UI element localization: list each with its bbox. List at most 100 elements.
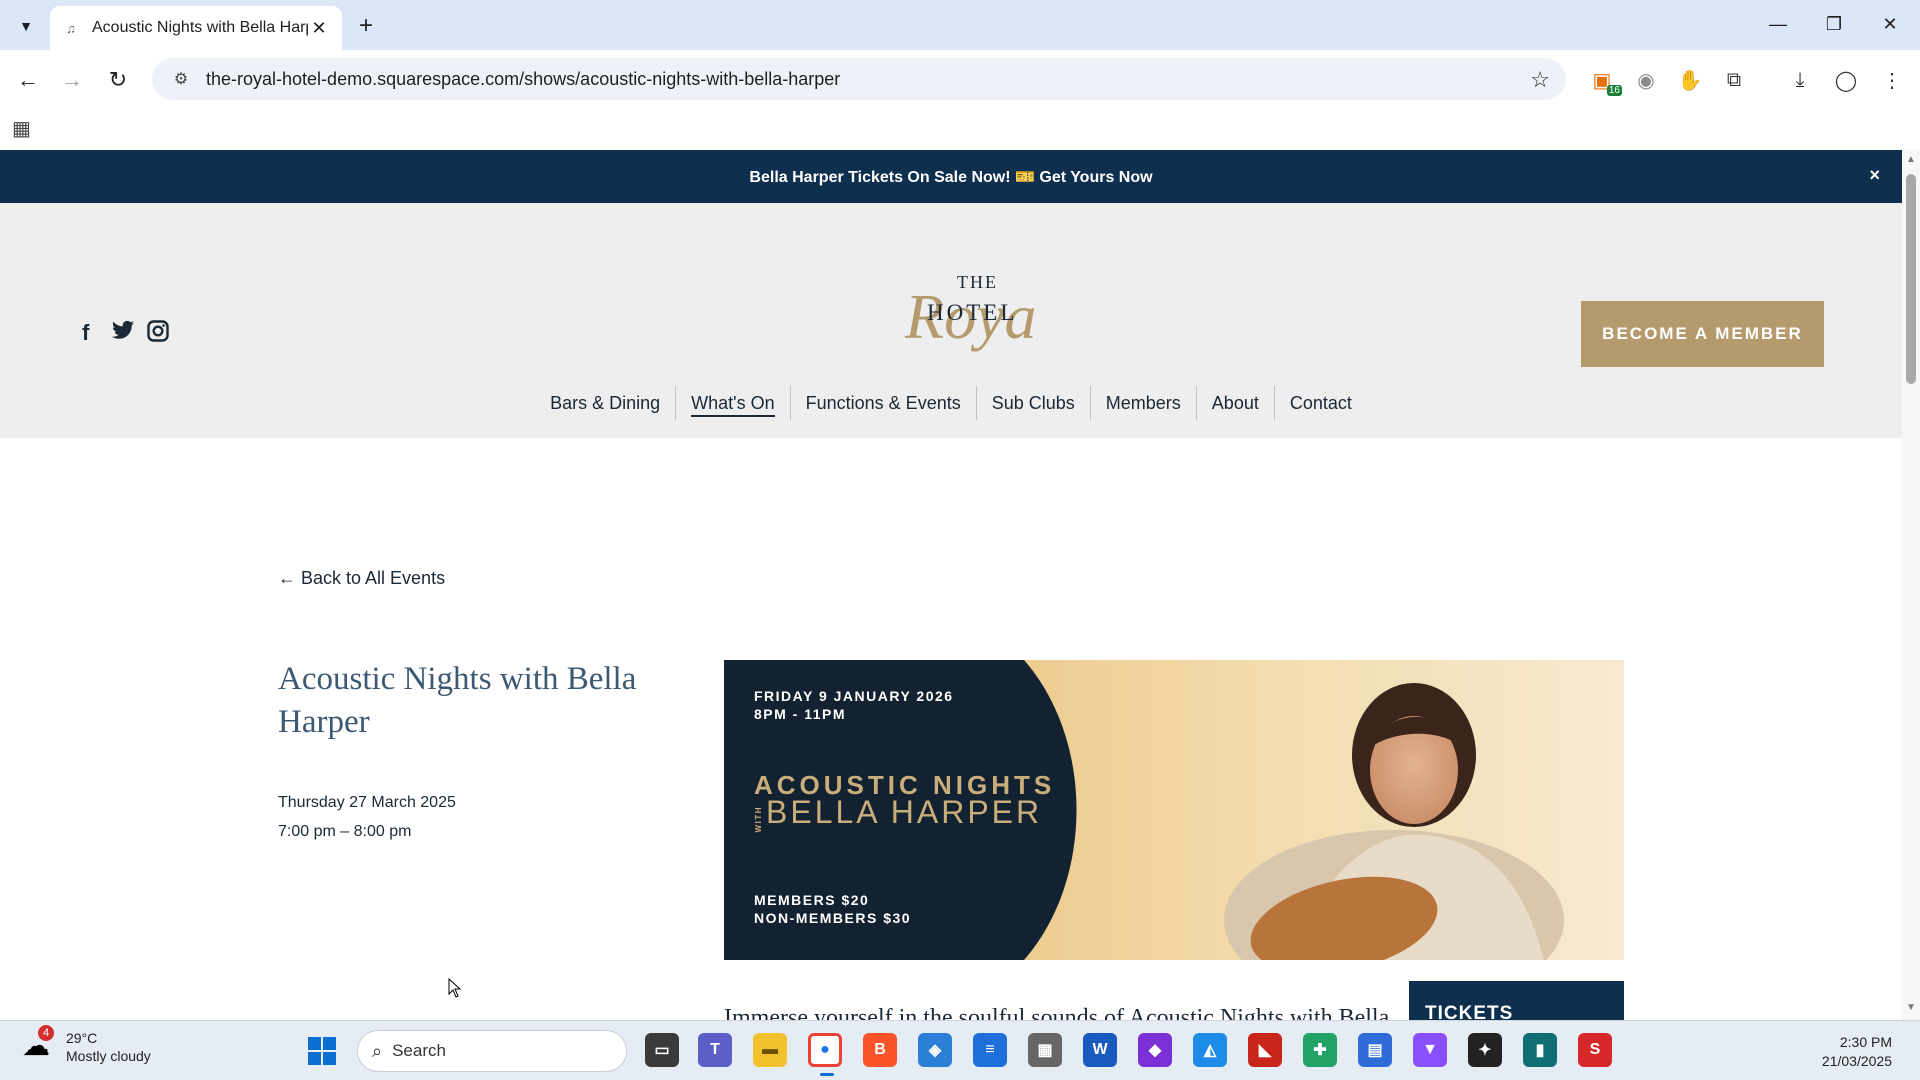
extension-calendar-icon[interactable]: ▣ 16 — [1586, 64, 1622, 96]
back-arrow-icon[interactable]: ← — [12, 64, 44, 96]
poster-artist-line: BELLA HARPER — [766, 794, 1043, 830]
main-navigation: Bars & Dining What's On Functions & Even… — [0, 386, 1902, 420]
snagit-app-icon[interactable]: S — [1578, 1033, 1612, 1067]
nav-bars-dining[interactable]: Bars & Dining — [535, 386, 675, 420]
weather-desc: Mostly cloudy — [66, 1048, 151, 1064]
announcement-text[interactable]: Bella Harper Tickets On Sale Now! 🎫 Get … — [749, 167, 1152, 187]
minimize-icon[interactable]: — — [1754, 6, 1802, 42]
restore-icon[interactable]: ❐ — [1810, 6, 1858, 42]
network-app-icon[interactable]: ◈ — [918, 1033, 952, 1067]
notepad-app-icon[interactable]: ≡ — [973, 1033, 1007, 1067]
cloud-weather-icon: ☁ 4 — [22, 1025, 58, 1065]
bookmarks-bar: ▦ — [0, 108, 1920, 150]
logo-the-text: THE — [957, 272, 998, 292]
windows-start-icon[interactable] — [308, 1037, 338, 1067]
word-app-icon[interactable]: W — [1083, 1033, 1117, 1067]
scroll-down-arrow-icon[interactable]: ▼ — [1906, 1002, 1916, 1013]
downloads-icon[interactable]: ⤓ — [1784, 64, 1816, 96]
affinity-designer-app-icon[interactable]: ◭ — [1193, 1033, 1227, 1067]
brave-app-icon[interactable]: B — [863, 1033, 897, 1067]
announcement-bar[interactable]: Bella Harper Tickets On Sale Now! 🎫 Get … — [0, 150, 1902, 203]
tab-title: Acoustic Nights with Bella Harp — [92, 19, 308, 36]
event-description: Immerse yourself in the soulful sounds o… — [724, 1005, 1390, 1020]
new-tab-plus-icon[interactable]: + — [352, 12, 380, 40]
document-app-icon[interactable]: ▤ — [1358, 1033, 1392, 1067]
tickets-panel: TICKETS — [1409, 981, 1624, 1020]
task-view-app-icon[interactable]: ▭ — [645, 1033, 679, 1067]
chrome-app-icon[interactable]: ● — [808, 1033, 842, 1067]
reload-icon[interactable]: ↻ — [102, 64, 134, 96]
mouse-cursor-icon — [448, 978, 462, 998]
weather-temp: 29°C — [66, 1030, 98, 1046]
affinity-photo-app-icon[interactable]: ◆ — [1138, 1033, 1172, 1067]
bookmark-star-icon[interactable]: ☆ — [1530, 67, 1550, 93]
royal-hotel-logo[interactable]: Royal THE HOTEL — [865, 243, 1054, 363]
logo-hotel-text: HOTEL — [927, 300, 1017, 325]
clock-time: 2:30 PM — [1839, 1034, 1892, 1050]
sheets-app-icon[interactable]: ✚ — [1303, 1033, 1337, 1067]
nav-about[interactable]: About — [1195, 386, 1274, 420]
camera-extension-icon[interactable]: ◉ — [1630, 64, 1662, 96]
nav-sub-clubs[interactable]: Sub Clubs — [975, 386, 1090, 420]
poster-date-line: FRIDAY 9 JANUARY 2026 — [754, 688, 954, 704]
event-datetime: Thursday 27 March 2025 7:00 pm – 8:00 pm — [278, 788, 456, 846]
facebook-icon[interactable]: f — [82, 320, 89, 346]
url-text: the-royal-hotel-demo.squarespace.com/sho… — [206, 68, 841, 89]
browser-toolbar: ← → ↻ ⚙ the-royal-hotel-demo.squarespace… — [0, 50, 1920, 108]
search-icon: ⌕ — [372, 1040, 383, 1061]
weather-widget[interactable]: ☁ 4 29°C Mostly cloudy — [22, 1025, 151, 1065]
event-poster-image: FRIDAY 9 JANUARY 2026 8PM - 11PM ACOUSTI… — [724, 660, 1624, 960]
poster-with-label: WITH — [754, 806, 763, 833]
search-placeholder: Search — [392, 1041, 446, 1060]
teams-app-icon[interactable]: T — [698, 1033, 732, 1067]
browser-tab[interactable]: ♫ Acoustic Nights with Bella Harp ✕ — [50, 6, 342, 50]
page-scrollbar[interactable]: ▲ ▼ — [1902, 150, 1920, 1020]
file-explorer-app-icon[interactable]: ▬ — [753, 1033, 787, 1067]
address-bar[interactable]: ⚙ the-royal-hotel-demo.squarespace.com/s… — [152, 58, 1566, 100]
scrollbar-thumb[interactable] — [1906, 174, 1916, 384]
poster-time-line: 8PM - 11PM — [754, 706, 847, 722]
book-app-icon[interactable]: ▮ — [1523, 1033, 1557, 1067]
calculator-app-icon[interactable]: ▦ — [1028, 1033, 1062, 1067]
announcement-close-icon[interactable]: × — [1869, 165, 1880, 186]
extensions-puzzle-icon[interactable]: ⧉ — [1718, 64, 1750, 96]
profile-avatar-icon[interactable]: ◯ — [1830, 64, 1862, 96]
system-clock[interactable]: 2:30 PM 21/03/2025 — [1822, 1033, 1892, 1071]
nav-functions-events[interactable]: Functions & Events — [789, 386, 976, 420]
taskbar-search[interactable]: ⌕ Search — [357, 1030, 627, 1072]
nav-whats-on[interactable]: What's On — [675, 386, 789, 420]
apps-grid-icon[interactable]: ▦ — [12, 116, 36, 140]
become-member-button[interactable]: BECOME A MEMBER — [1581, 301, 1824, 367]
tab-strip: ▼ ♫ Acoustic Nights with Bella Harp ✕ + … — [0, 0, 1920, 50]
event-date: Thursday 27 March 2025 — [278, 794, 456, 811]
twitter-icon[interactable] — [111, 320, 135, 348]
chrome-active-indicator — [820, 1073, 834, 1076]
clock-date: 21/03/2025 — [1821, 1053, 1892, 1069]
tab-close-icon[interactable]: ✕ — [308, 17, 330, 39]
davinci-app-icon[interactable]: ✦ — [1468, 1033, 1502, 1067]
instagram-icon[interactable] — [147, 320, 169, 348]
scroll-up-arrow-icon[interactable]: ▲ — [1906, 154, 1916, 165]
vpn-app-icon[interactable]: ▼ — [1413, 1033, 1447, 1067]
event-title: Acoustic Nights with Bella Harper — [278, 661, 637, 740]
nav-contact[interactable]: Contact — [1273, 386, 1367, 420]
poster-members-price: MEMBERS $20 — [754, 892, 870, 908]
site-info-icon[interactable]: ⚙ — [162, 69, 200, 89]
nav-members[interactable]: Members — [1089, 386, 1196, 420]
tickets-heading: TICKETS — [1425, 1003, 1514, 1020]
affinity-publisher-app-icon[interactable]: ◣ — [1248, 1033, 1282, 1067]
close-window-icon[interactable]: ✕ — [1866, 6, 1914, 42]
tab-search-chevron-icon[interactable]: ▼ — [12, 12, 40, 40]
extension-badge: 16 — [1606, 85, 1622, 96]
poster-non-members-price: NON-MEMBERS $30 — [754, 910, 912, 926]
page-viewport: Bella Harper Tickets On Sale Now! 🎫 Get … — [0, 150, 1902, 1020]
weather-badge: 4 — [38, 1025, 54, 1041]
forward-arrow-icon[interactable]: → — [56, 64, 88, 96]
event-time: 7:00 pm – 8:00 pm — [278, 823, 412, 840]
browser-menu-icon[interactable]: ⋮ — [1876, 64, 1908, 96]
site-header: f Royal THE HOTEL BECOME A MEMBER Bars &… — [0, 203, 1902, 438]
extension-hand-icon[interactable]: ✋ — [1674, 64, 1706, 96]
back-to-events-link[interactable]: ← Back to All Events — [278, 568, 445, 589]
windows-taskbar: ☁ 4 29°C Mostly cloudy ⌕ Search ▭ T ▬ ● … — [0, 1020, 1920, 1080]
site-favicon-icon: ♫ — [66, 20, 76, 36]
